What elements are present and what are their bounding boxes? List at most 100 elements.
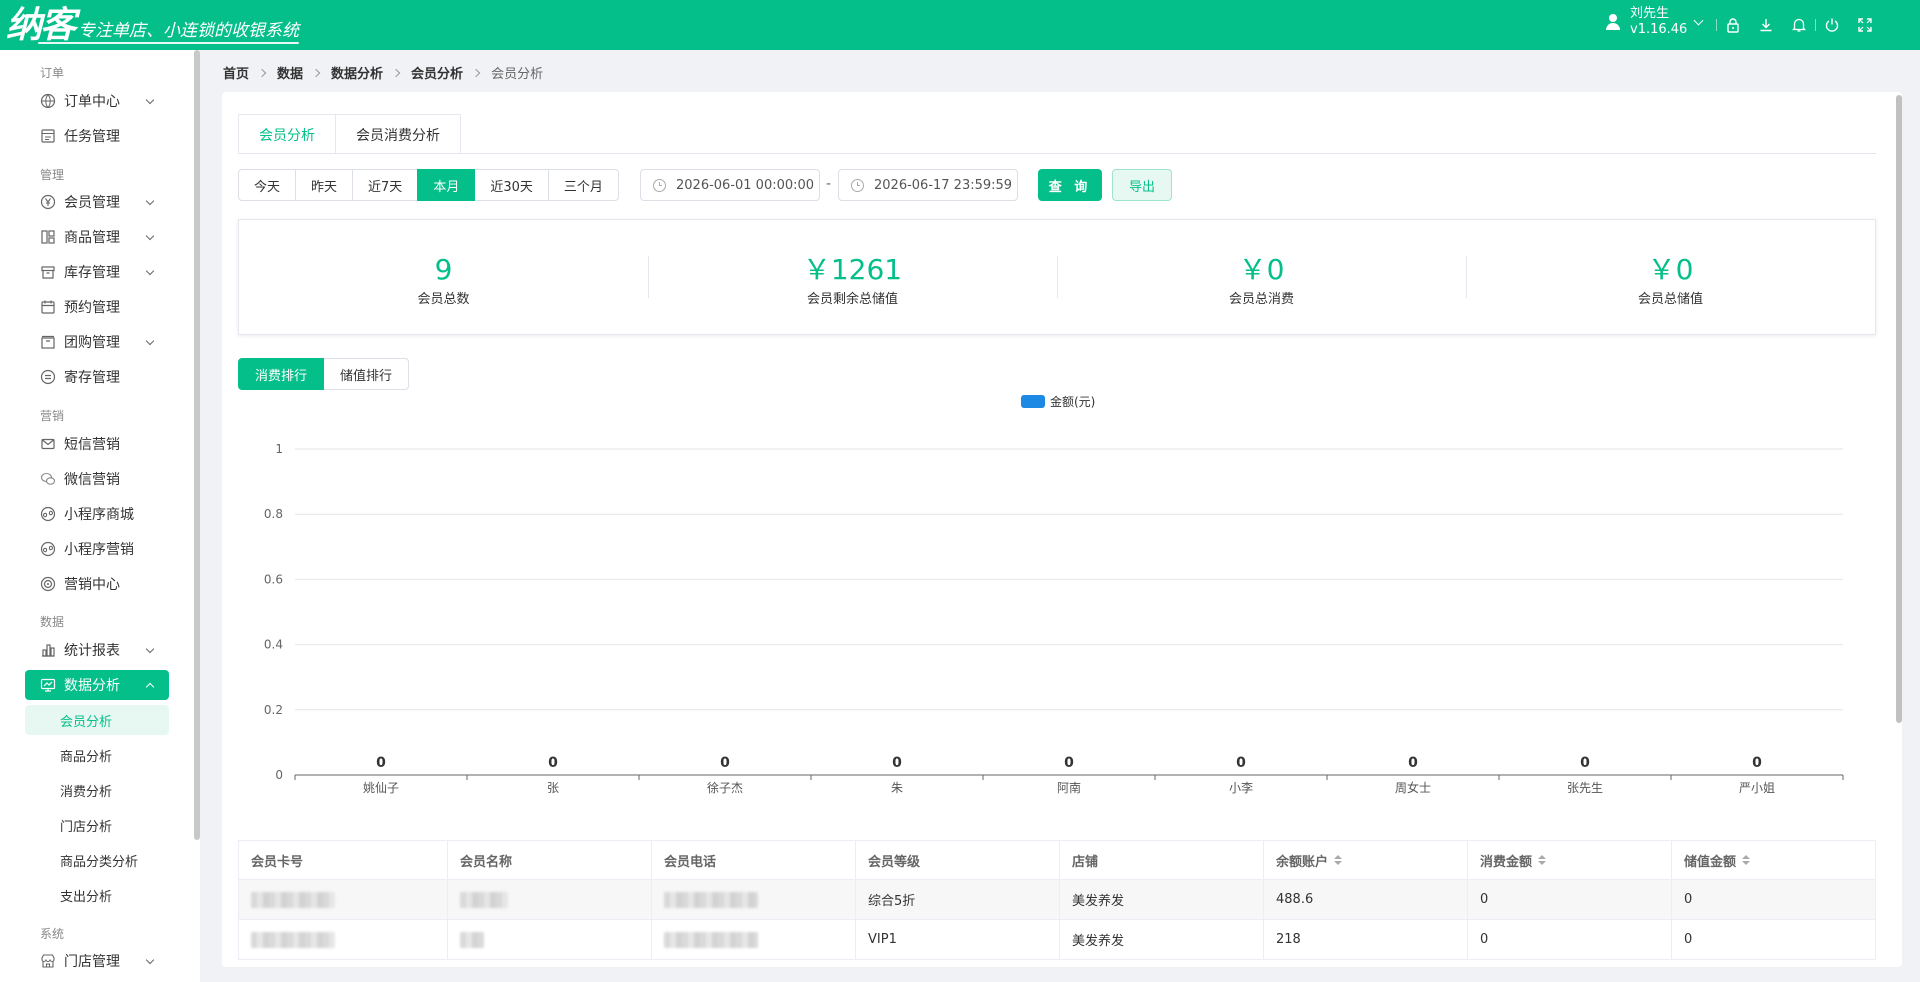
sidebar-subitem-consume-analysis[interactable]: 消费分析 <box>25 775 169 805</box>
recharge-ranking-button[interactable]: 储值排行 <box>324 358 410 390</box>
sidebar-item-label: 寄存管理 <box>64 370 120 386</box>
logo-text: 纳客 <box>6 4 76 46</box>
y-tick-label: 0.6 <box>264 572 283 586</box>
box-icon <box>40 264 56 280</box>
chevron-down-icon <box>145 336 155 346</box>
export-button[interactable]: 导出 <box>1112 169 1172 201</box>
sidebar-item-stock[interactable]: 库存管理 <box>25 257 169 287</box>
clock-icon <box>653 179 666 192</box>
redacted-value <box>251 891 335 908</box>
column-header-label: 会员名称 <box>460 854 513 870</box>
download-icon[interactable] <box>1754 13 1778 37</box>
storage-icon <box>40 369 56 385</box>
column-header-recharge[interactable]: 储值金额 <box>1672 841 1875 879</box>
cell-recharge: 0 <box>1684 892 1693 907</box>
task-icon <box>40 128 56 144</box>
sidebar-item-label: 小程序商城 <box>64 507 134 523</box>
legend-swatch <box>1021 395 1045 408</box>
tab-member-analysis[interactable]: 会员分析 <box>238 114 336 154</box>
stat-total-recharge: ￥0 会员总储值 <box>1466 253 1875 307</box>
x-tick-label: 小李 <box>1229 780 1253 795</box>
cell-card-no <box>239 880 448 919</box>
sidebar-scrollbar[interactable] <box>194 50 200 840</box>
sort-icon[interactable] <box>1538 855 1547 865</box>
column-header-label: 会员卡号 <box>251 854 304 870</box>
sidebar-item-mini-marketing[interactable]: 小程序营销 <box>25 534 169 564</box>
start-datetime-input[interactable]: 2026-06-01 00:00:00 <box>640 169 820 201</box>
bag-icon <box>40 334 56 350</box>
sort-icon[interactable] <box>1742 855 1751 865</box>
sidebar-item-label: 任务管理 <box>64 129 120 145</box>
consume-ranking-button[interactable]: 消费排行 <box>238 358 325 390</box>
lock-icon[interactable] <box>1721 13 1745 37</box>
range-yesterday-button[interactable]: 昨天 <box>295 169 354 201</box>
sidebar: 订单 订单中心 任务管理 管理 会员管理 商品管理 库存管理 预约管理 团购管理… <box>0 50 200 982</box>
range-7days-button[interactable]: 近7天 <box>352 169 419 201</box>
power-icon[interactable] <box>1820 13 1844 37</box>
sidebar-item-data-analysis[interactable]: 数据分析 <box>25 670 169 700</box>
sidebar-subitem-expense-analysis[interactable]: 支出分析 <box>25 880 169 910</box>
sort-icon[interactable] <box>1334 855 1343 865</box>
data-label: 0 <box>548 755 558 771</box>
sidebar-item-sms[interactable]: 短信营销 <box>25 429 169 459</box>
breadcrumb-home[interactable]: 首页 <box>223 63 249 82</box>
consume-ranking-chart: 金额(元) 0 0.2 0.4 0.6 0.8 1 0 姚仙子 0 张 0 徐子杰 0 朱 0 阿南 0 小李 0 周女… <box>264 394 1844 795</box>
sidebar-item-marketing-center[interactable]: 营销中心 <box>25 569 169 599</box>
sidebar-item-member[interactable]: 会员管理 <box>25 187 169 217</box>
breadcrumb-data[interactable]: 数据 <box>277 63 303 82</box>
redacted-value <box>460 931 484 948</box>
tab-member-consume-analysis[interactable]: 会员消费分析 <box>336 114 461 154</box>
stat-value: ￥0 <box>1647 253 1694 286</box>
table-row[interactable]: VIP1 美发养发 218 0 0 <box>239 920 1875 960</box>
stat-value: 9 <box>434 253 453 286</box>
range-3months-button[interactable]: 三个月 <box>547 169 619 201</box>
sidebar-item-label: 小程序营销 <box>64 542 134 558</box>
breadcrumb-member-analysis[interactable]: 会员分析 <box>411 63 463 82</box>
sidebar-item-label: 短信营销 <box>64 437 120 453</box>
stat-value: ￥0 <box>1238 253 1285 286</box>
range-30days-button[interactable]: 近30天 <box>474 169 549 201</box>
data-label: 0 <box>892 755 902 771</box>
cell-recharge: 0 <box>1684 932 1693 947</box>
x-tick-label: 徐子杰 <box>707 780 743 795</box>
fullscreen-icon[interactable] <box>1853 13 1877 37</box>
column-header-consume[interactable]: 消费金额 <box>1468 841 1672 879</box>
sidebar-item-reports[interactable]: 统计报表 <box>25 635 169 665</box>
breadcrumb-data-analysis[interactable]: 数据分析 <box>331 63 383 82</box>
main-scrollbar[interactable] <box>1896 95 1902 723</box>
sidebar-item-wechat[interactable]: 微信营销 <box>25 464 169 494</box>
sidebar-subitem-goods-analysis[interactable]: 商品分析 <box>25 740 169 770</box>
cell-phone <box>652 920 856 959</box>
sidebar-subitem-store-analysis[interactable]: 门店分析 <box>25 810 169 840</box>
sidebar-item-task[interactable]: 任务管理 <box>25 121 169 151</box>
range-today-button[interactable]: 今天 <box>238 169 297 201</box>
sidebar-item-groupbuy[interactable]: 团购管理 <box>25 327 169 357</box>
miniprogram-icon <box>40 541 56 557</box>
redacted-value <box>460 891 508 908</box>
range-this-month-button[interactable]: 本月 <box>417 169 476 201</box>
x-tick-label: 严小姐 <box>1739 781 1775 795</box>
sidebar-item-goods[interactable]: 商品管理 <box>25 222 169 252</box>
stat-value: ￥1261 <box>802 253 903 286</box>
sidebar-item-booking[interactable]: 预约管理 <box>25 292 169 322</box>
stat-remaining-balance: ￥1261 会员剩余总储值 <box>648 253 1057 307</box>
chevron-down-icon <box>145 955 155 965</box>
end-datetime-input[interactable]: 2026-06-17 23:59:59 <box>838 169 1018 201</box>
column-header-balance[interactable]: 余额账户 <box>1264 841 1468 879</box>
sidebar-subitem-member-analysis[interactable]: 会员分析 <box>25 705 169 735</box>
column-header-phone: 会员电话 <box>652 841 856 879</box>
sidebar-item-mini-mall[interactable]: 小程序商城 <box>25 499 169 529</box>
x-tick-label: 周女士 <box>1395 780 1431 795</box>
sidebar-item-store-manage[interactable]: 门店管理 <box>25 946 169 976</box>
query-button[interactable]: 查 询 <box>1038 169 1102 201</box>
sidebar-subitem-category-analysis[interactable]: 商品分类分析 <box>25 845 169 875</box>
bell-icon[interactable] <box>1787 13 1811 37</box>
sidebar-item-label: 团购管理 <box>64 335 120 351</box>
sidebar-item-order-center[interactable]: 订单中心 <box>25 86 169 116</box>
user-menu[interactable]: 刘先生 v1.16.46 <box>1604 6 1704 38</box>
sidebar-item-deposit[interactable]: 寄存管理 <box>25 362 169 392</box>
table-row[interactable]: 综合5折 美发养发 488.6 0 0 <box>239 880 1875 920</box>
column-header-name: 会员名称 <box>448 841 652 879</box>
cell-store: 美发养发 <box>1060 880 1264 919</box>
cell-store: 美发养发 <box>1060 920 1264 959</box>
